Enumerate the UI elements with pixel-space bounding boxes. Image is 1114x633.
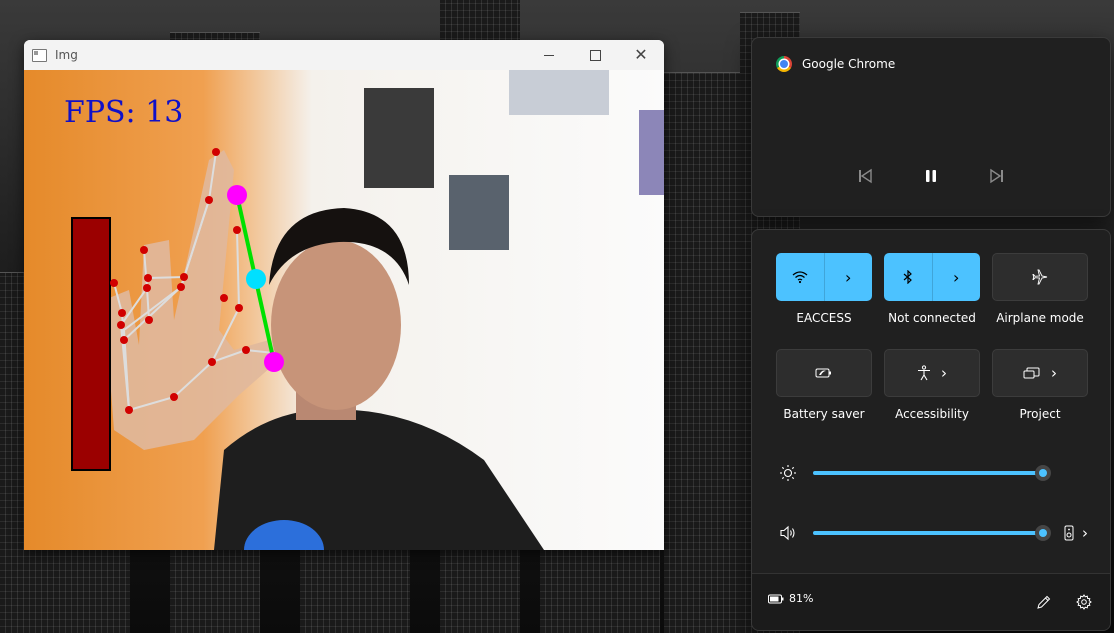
webcam-image: FPS: 13 (24, 70, 664, 550)
close-icon: ✕ (634, 45, 648, 64)
brightness-slider-thumb[interactable] (1035, 465, 1051, 481)
fps-label: FPS: 13 (64, 95, 183, 130)
chevron-right-icon: › (845, 267, 852, 287)
brightness-slider-track[interactable] (813, 471, 1043, 475)
project-tile[interactable]: › (992, 349, 1088, 397)
bluetooth-toggle[interactable] (884, 253, 933, 301)
maximize-icon (589, 49, 601, 61)
project-label: Project (1019, 407, 1061, 421)
settings-button[interactable] (1070, 588, 1098, 616)
close-button[interactable]: ✕ (618, 40, 664, 70)
bluetooth-tile[interactable]: › (884, 253, 980, 301)
chrome-icon (776, 56, 792, 72)
volume-slider-track[interactable] (813, 531, 1043, 535)
project-icon (1023, 367, 1040, 379)
edit-quick-settings-button[interactable] (1030, 588, 1058, 616)
airplane-icon (1032, 269, 1048, 285)
battery-saver-label: Battery saver (783, 407, 865, 421)
gear-icon (1076, 594, 1092, 610)
media-controls (752, 165, 1110, 187)
bluetooth-label: Not connected (888, 311, 976, 325)
poster (364, 88, 434, 188)
battery-saver-icon (815, 368, 831, 378)
pause-button[interactable] (919, 165, 943, 187)
audio-output-button[interactable]: › (1064, 521, 1088, 545)
wifi-icon (792, 271, 808, 284)
window-app-icon (32, 48, 47, 62)
index-tip-marker (227, 185, 247, 205)
battery-saver-tile[interactable] (776, 349, 872, 397)
volume-slider-row: › (776, 521, 1094, 545)
battery-percentage: 81% (789, 592, 814, 605)
next-icon (990, 168, 1003, 184)
volume-bar (71, 217, 111, 471)
next-track-button[interactable] (985, 165, 1009, 187)
wifi-expand[interactable]: › (825, 253, 873, 301)
window-title: Img (55, 48, 78, 62)
volume-slider-thumb[interactable] (1035, 525, 1051, 541)
brightness-icon (776, 461, 800, 485)
media-flyout: Google Chrome (751, 37, 1111, 217)
poster (509, 70, 609, 115)
media-source: Google Chrome (776, 56, 895, 72)
accessibility-tile[interactable]: › (884, 349, 980, 397)
person-face (271, 240, 401, 410)
minimize-icon (544, 54, 554, 56)
pencil-icon (1037, 595, 1051, 609)
bluetooth-expand[interactable]: › (933, 253, 981, 301)
battery-icon (768, 594, 784, 603)
airplane-mode-label: Airplane mode (996, 311, 1084, 325)
minimize-button[interactable] (526, 40, 572, 70)
airplane-mode-tile[interactable] (992, 253, 1088, 301)
volume-icon (776, 521, 800, 545)
accessibility-label: Accessibility (895, 407, 969, 421)
wifi-tile[interactable]: › (776, 253, 872, 301)
accessibility-icon (918, 365, 930, 381)
previous-icon (859, 168, 872, 184)
wifi-toggle[interactable] (776, 253, 825, 301)
window-titlebar[interactable]: Img ✕ (24, 40, 664, 71)
maximize-button[interactable] (572, 40, 618, 70)
chevron-right-icon: › (1051, 364, 1057, 382)
quick-settings-footer: 81% (752, 573, 1110, 630)
thumb-tip-marker (264, 352, 284, 372)
speaker-device-icon (1064, 525, 1074, 541)
poster (639, 110, 664, 195)
battery-status[interactable]: 81% (768, 592, 813, 605)
chevron-right-icon: › (941, 364, 947, 382)
quick-settings-flyout: › EACCESS › Not connected Airplane mode … (751, 229, 1111, 631)
pause-icon (926, 170, 936, 182)
previous-track-button[interactable] (853, 165, 877, 187)
webcam-frame: FPS: 13 (24, 70, 664, 550)
brightness-slider-row (776, 461, 1094, 485)
poster (449, 175, 509, 250)
wifi-label: EACCESS (796, 311, 852, 325)
chevron-right-icon: › (1082, 524, 1088, 542)
media-app-name: Google Chrome (802, 57, 896, 71)
opencv-window[interactable]: Img ✕ FPS: 13 (24, 40, 664, 550)
bluetooth-icon (903, 270, 912, 284)
midpoint-marker (246, 269, 266, 289)
chevron-right-icon: › (953, 267, 960, 287)
